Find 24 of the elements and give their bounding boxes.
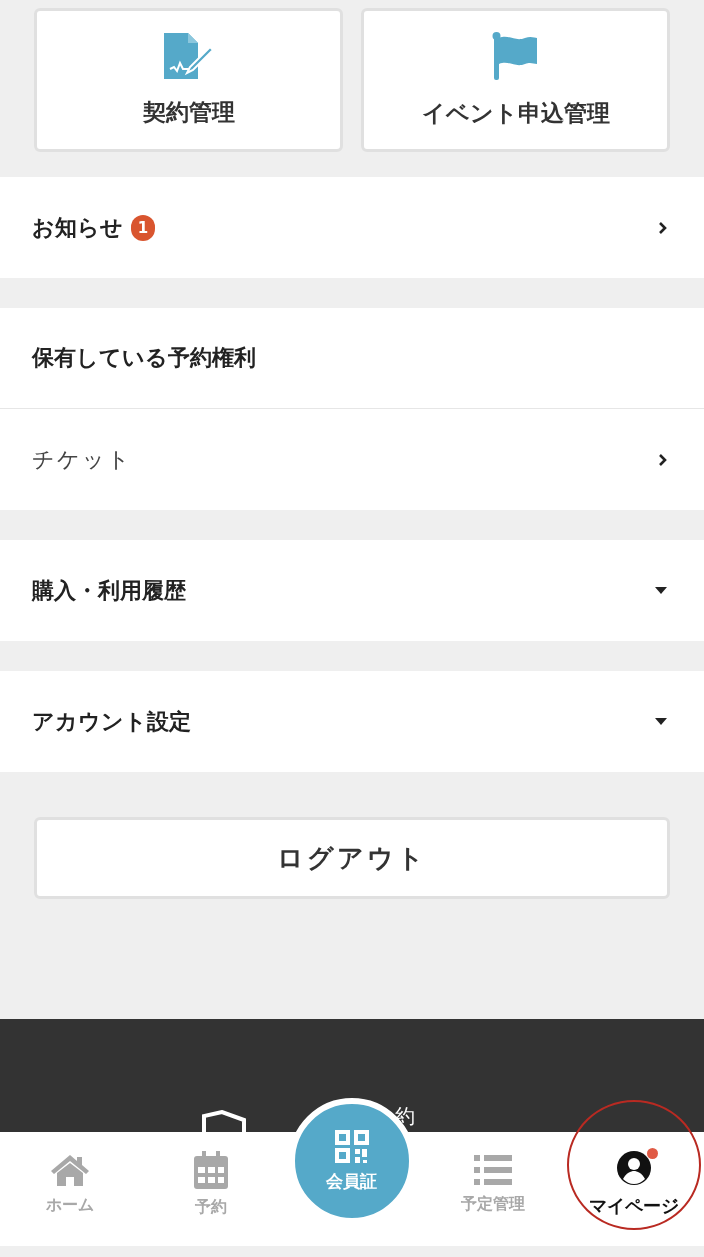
home-icon bbox=[50, 1152, 91, 1187]
caret-down-icon bbox=[654, 717, 668, 726]
notification-badge: 1 bbox=[131, 214, 155, 241]
row-label: アカウント設定 bbox=[32, 707, 191, 736]
qr-code-icon bbox=[334, 1129, 370, 1164]
section-title: 保有している予約権利 bbox=[0, 308, 704, 409]
chevron-right-icon bbox=[658, 220, 668, 235]
list-row[interactable]: 購入・利用履歴 bbox=[0, 540, 704, 641]
notification-dot bbox=[646, 1148, 658, 1159]
caret-down-icon bbox=[654, 586, 668, 595]
shortcut-card[interactable]: 契約管理 bbox=[34, 8, 343, 152]
row-label: チケット bbox=[32, 445, 132, 474]
list-row[interactable]: お知らせ 1 bbox=[0, 177, 704, 278]
logout-button[interactable]: ログアウト bbox=[34, 817, 670, 899]
shortcut-card[interactable]: イベント申込管理 bbox=[361, 8, 670, 152]
calendar-icon bbox=[194, 1150, 229, 1189]
list-icon bbox=[473, 1153, 512, 1186]
chevron-right-icon bbox=[658, 452, 668, 467]
user-icon bbox=[615, 1150, 652, 1186]
row-label: 購入・利用履歴 bbox=[32, 576, 186, 605]
nav-tab[interactable]: マイページ bbox=[563, 1132, 704, 1246]
list-row[interactable]: アカウント設定 bbox=[0, 671, 704, 772]
row-label: お知らせ 1 bbox=[32, 212, 155, 243]
list-row[interactable]: チケット bbox=[0, 409, 704, 510]
